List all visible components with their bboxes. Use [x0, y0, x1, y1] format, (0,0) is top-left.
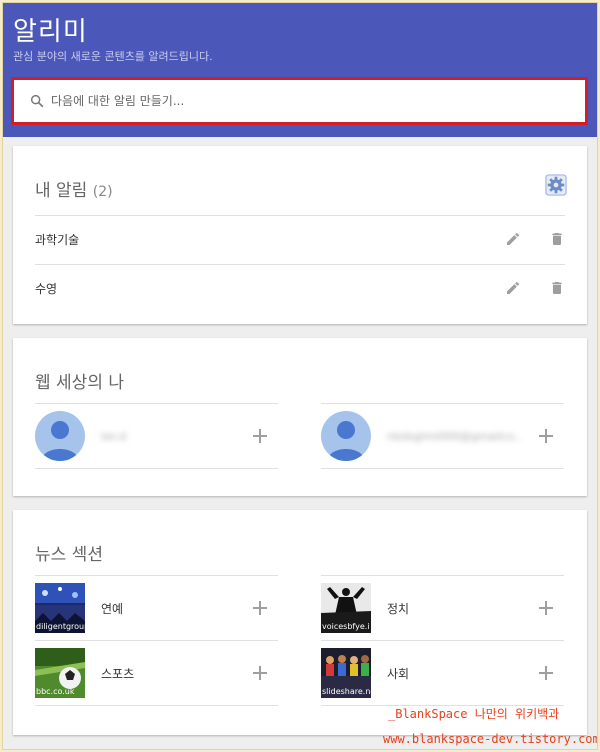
account-email: nbdsgtmi000@gmailco..: [387, 429, 521, 443]
edit-icon[interactable]: [505, 231, 521, 247]
account-item: ter.d: [35, 404, 278, 468]
delete-icon[interactable]: [549, 231, 565, 247]
web-me-title: 웹 세상의 나: [35, 373, 125, 393]
news-thumbnail-politics: voicesbfye.i: [321, 583, 371, 633]
search-icon: [30, 94, 44, 108]
watermark-url: www.blankspace-dev.tistory.com: [383, 732, 598, 746]
divider: [35, 705, 278, 706]
news-label: 연예: [101, 601, 124, 616]
search-highlight: [11, 77, 588, 125]
account-column-right: nbdsgtmi000@gmailco..: [321, 403, 564, 469]
news-thumbnail-sports: bbc.co.uk: [35, 648, 85, 698]
thumbnail-caption: diligentgroup: [36, 622, 85, 631]
my-alerts-card: 내 알림 (2) 과학기술 수영: [13, 146, 587, 324]
web-me-card: 웹 세상의 나 ter.d nbdsgtmi000@gmailco..: [13, 338, 587, 496]
alert-row: 수영: [35, 264, 565, 312]
thumbnail-caption: bbc.co.uk: [36, 687, 75, 696]
news-card: 뉴스 섹션 diligentgroup 연예 bbc.co.uk 스포츠 voi…: [13, 510, 587, 735]
account-item: nbdsgtmi000@gmailco..: [321, 404, 564, 468]
news-column-right: voicesbfye.i 정치 slideshare.ne 사회: [321, 575, 564, 706]
news-item: bbc.co.uk 스포츠: [35, 641, 278, 705]
page-title: 알리미: [13, 17, 88, 47]
my-alerts-title: 내 알림 (2): [35, 176, 113, 201]
page-subtitle: 관심 분야의 새로운 콘텐츠를 알려드립니다.: [13, 50, 213, 63]
news-label: 정치: [387, 601, 410, 616]
news-item: diligentgroup 연예: [35, 576, 278, 640]
divider: [35, 468, 278, 469]
alert-label[interactable]: 수영: [35, 280, 477, 297]
news-title: 뉴스 섹션: [35, 545, 103, 565]
search-input[interactable]: [51, 94, 582, 108]
plus-icon[interactable]: [536, 426, 556, 446]
news-item: slideshare.ne 사회: [321, 641, 564, 705]
plus-icon[interactable]: [536, 598, 556, 618]
news-column-left: diligentgroup 연예 bbc.co.uk 스포츠: [35, 575, 278, 706]
news-label: 스포츠: [101, 666, 135, 681]
divider: [321, 468, 564, 469]
thumbnail-caption: voicesbfye.i: [322, 622, 370, 631]
gear-icon[interactable]: [545, 174, 567, 196]
news-item: voicesbfye.i 정치: [321, 576, 564, 640]
thumbnail-caption: slideshare.ne: [322, 687, 371, 696]
edit-icon[interactable]: [505, 280, 521, 296]
avatar-icon: [321, 411, 371, 461]
plus-icon[interactable]: [250, 663, 270, 683]
plus-icon[interactable]: [250, 598, 270, 618]
my-alerts-count: (2): [92, 184, 113, 200]
account-name: ter.d: [101, 429, 127, 443]
plus-icon[interactable]: [536, 663, 556, 683]
alert-label[interactable]: 과학기술: [35, 231, 477, 248]
account-column-left: ter.d: [35, 403, 278, 469]
app-frame: 알리미 관심 분야의 새로운 콘텐츠를 알려드립니다. 내 알림 (2): [2, 2, 598, 750]
news-thumbnail-society: slideshare.ne: [321, 648, 371, 698]
news-label: 사회: [387, 666, 410, 681]
search-box[interactable]: [17, 83, 582, 119]
header: 알리미 관심 분야의 새로운 콘텐츠를 알려드립니다.: [3, 3, 597, 137]
alert-row: 과학기술: [35, 215, 565, 263]
my-alerts-title-text: 내 알림: [35, 181, 88, 201]
avatar-icon: [35, 411, 85, 461]
news-thumbnail-entertainment: diligentgroup: [35, 583, 85, 633]
watermark-title: _BlankSpace 나만의 위키백과: [388, 707, 560, 721]
delete-icon[interactable]: [549, 280, 565, 296]
plus-icon[interactable]: [250, 426, 270, 446]
